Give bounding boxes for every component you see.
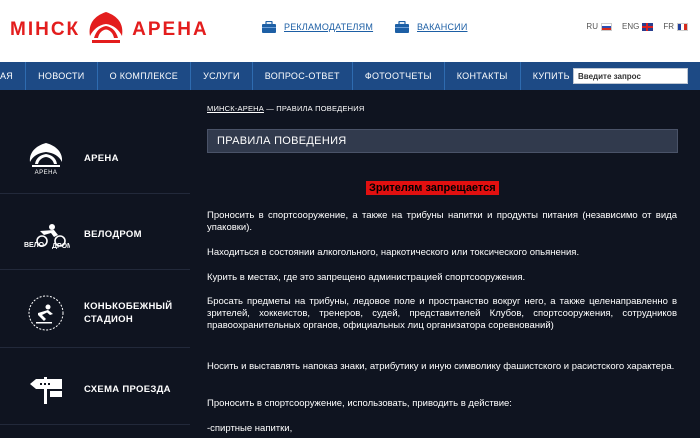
breadcrumb-current: ПРАВИЛА ПОВЕДЕНИЯ (276, 104, 365, 113)
lang-eng-label: ENG (621, 22, 640, 31)
vacancies-link-label: ВАКАНСИИ (417, 22, 468, 32)
sidebar: АРЕНА АРЕНА ВЕЛО ДРОМ ВЕЛОДРОМ КОНЬКОБЕЖ… (0, 90, 190, 438)
skating-stadium-icon (16, 293, 76, 333)
svg-text:ДРОМ: ДРОМ (52, 243, 70, 249)
velodrome-icon: ВЕЛО ДРОМ (16, 221, 76, 249)
rule-paragraph: Курить в местах, где это запрещено админ… (207, 272, 526, 283)
logo-arena-icon (86, 10, 126, 51)
sidebar-item-skating-stadium[interactable]: КОНЬКОБЕЖНЫЙ СТАДИОН (0, 278, 190, 348)
language-switcher: RU ENG FR (580, 22, 688, 31)
nav-item-contacts[interactable]: КОНТАКТЫ (443, 62, 520, 90)
sidebar-item-directions[interactable]: СХЕМА ПРОЕЗДА (0, 355, 190, 425)
nav-item-main[interactable]: АЯ (0, 62, 25, 90)
site-header: МIНСК АРЕНА РЕКЛАМОДАТЕЛЯМ ВАКАНСИИ RU E… (0, 0, 700, 62)
flag-uk-icon (642, 22, 654, 31)
advertisers-link[interactable]: РЕКЛАМОДАТЕЛЯМ (262, 21, 373, 33)
vacancies-link[interactable]: ВАКАНСИИ (395, 21, 468, 33)
nav-item-photos[interactable]: ФОТООТЧЕТЫ (351, 62, 444, 90)
arena-icon-caption: АРЕНА (34, 169, 58, 176)
forbidden-heading: Зрителям запрещается (366, 181, 499, 195)
nav-item-services[interactable]: УСЛУГИ (190, 62, 252, 90)
rule-paragraph: -спиртные напитки, (207, 423, 293, 434)
briefcase-icon (395, 21, 409, 33)
advertisers-link-label: РЕКЛАМОДАТЕЛЯМ (284, 22, 374, 32)
signpost-icon (16, 375, 76, 405)
sidebar-item-label: КОНЬКОБЕЖНЫЙ СТАДИОН (84, 300, 173, 325)
sidebar-item-arena[interactable]: АРЕНА АРЕНА (0, 124, 190, 194)
lang-ru-label: RU (586, 22, 598, 31)
nav-item-about[interactable]: О КОМПЛЕКСЕ (96, 62, 190, 90)
nav-item-news[interactable]: НОВОСТИ (25, 62, 96, 90)
page-title: ПРАВИЛА ПОВЕДЕНИЯ (207, 129, 678, 153)
main-nav: АЯ НОВОСТИ О КОМПЛЕКСЕ УСЛУГИ ВОПРОС-ОТВ… (0, 62, 700, 90)
breadcrumb-separator: — (263, 104, 277, 113)
rule-paragraph: Бросать предметы на трибуны, ледовое пол… (207, 296, 677, 331)
sidebar-item-label: АРЕНА (84, 153, 119, 164)
lang-fr-label: FR (663, 22, 674, 31)
breadcrumb-home-link[interactable]: МИНСК-АРЕНА (207, 104, 264, 113)
sidebar-item-label: ВЕЛОДРОМ (84, 229, 142, 240)
flag-ru-icon (600, 22, 612, 31)
logo-text-right: АРЕНА (132, 19, 209, 40)
briefcase-icon (262, 21, 276, 33)
lang-eng[interactable]: ENG (621, 22, 654, 31)
lang-fr[interactable]: FR (663, 22, 688, 31)
site-logo[interactable]: МIНСК АРЕНА (10, 10, 209, 50)
main-content: МИНСК-АРЕНА — ПРАВИЛА ПОВЕДЕНИЯ ПРАВИЛА … (190, 90, 700, 438)
sidebar-item-label: СХЕМА ПРОЕЗДА (84, 384, 171, 395)
search-input[interactable]: Введите запрос (573, 68, 688, 84)
sidebar-item-velodrome[interactable]: ВЕЛО ДРОМ ВЕЛОДРОМ (0, 200, 190, 270)
lang-ru[interactable]: RU (586, 22, 612, 31)
logo-text-left: МIНСК (10, 19, 81, 40)
arena-icon: АРЕНА (16, 142, 76, 176)
rule-paragraph: Проносить в спортсооружение, использоват… (207, 398, 512, 409)
nav-item-faq[interactable]: ВОПРОС-ОТВЕТ (251, 62, 352, 90)
flag-fr-icon (677, 22, 688, 31)
rule-paragraph: Находиться в состоянии алкогольного, нар… (207, 247, 580, 258)
breadcrumb: МИНСК-АРЕНА — ПРАВИЛА ПОВЕДЕНИЯ (207, 104, 364, 113)
rule-paragraph: Проносить в спортсооружение, а также на … (207, 210, 677, 233)
rule-paragraph: Носить и выставлять напоказ знаки, атриб… (207, 361, 675, 372)
svg-text:ВЕЛО: ВЕЛО (24, 242, 45, 249)
